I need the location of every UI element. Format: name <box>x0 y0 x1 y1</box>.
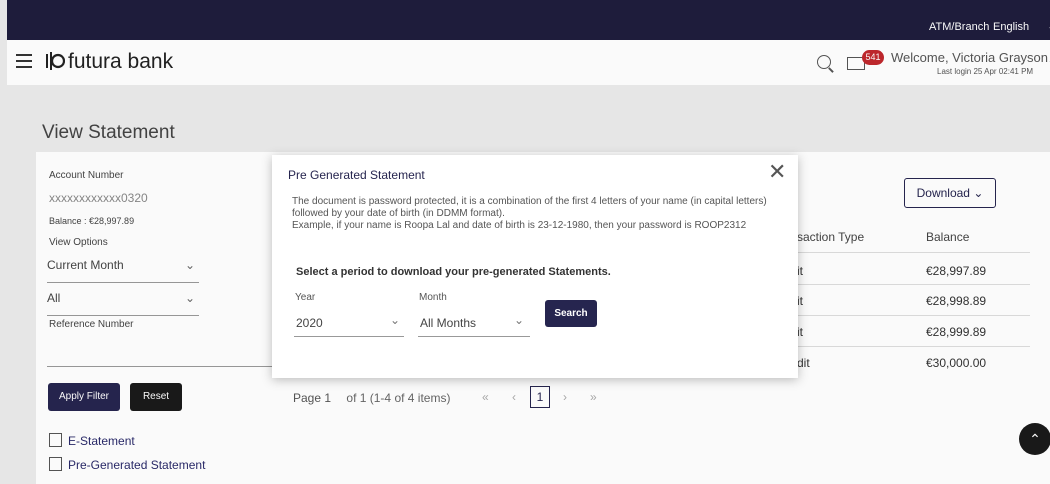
pre-generated-statement-modal: Pre Generated Statement ✕ The document i… <box>272 155 798 378</box>
password-rule-text: The document is password protected, it i… <box>292 196 767 219</box>
close-icon[interactable]: ✕ <box>768 161 786 183</box>
year-label: Year <box>295 292 316 303</box>
month-value: All Months <box>420 316 477 330</box>
password-example-text: Example, if your name is Roopa Lal and d… <box>292 220 747 231</box>
month-label: Month <box>419 292 447 303</box>
chevron-down-icon: ⌄ <box>389 313 400 327</box>
search-button[interactable]: Search <box>545 300 597 327</box>
period-instruction: Select a period to download your pre-gen… <box>296 266 611 278</box>
month-select[interactable]: All Months ⌄ <box>418 310 530 337</box>
modal-description: The document is password protected, it i… <box>292 196 772 232</box>
year-value: 2020 <box>296 316 323 330</box>
chevron-down-icon: ⌄ <box>513 313 524 327</box>
year-select[interactable]: 2020 ⌄ <box>294 310 404 337</box>
modal-title: Pre Generated Statement <box>288 168 425 182</box>
